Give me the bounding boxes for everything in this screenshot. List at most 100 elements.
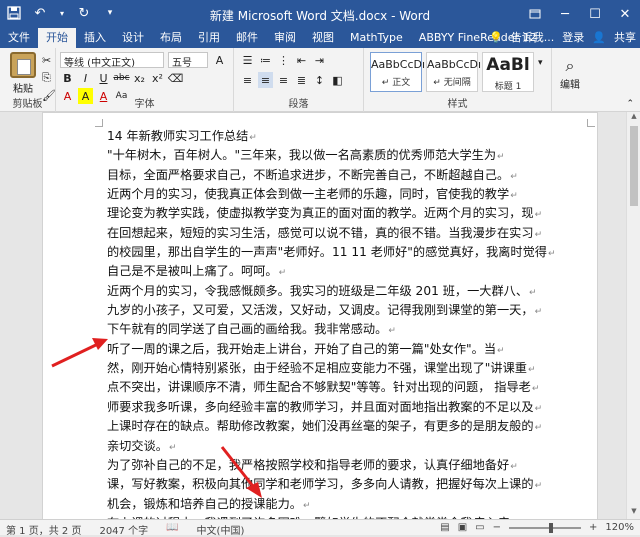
tab-3[interactable]: 设计 (114, 28, 152, 48)
align-right-icon[interactable]: ≡ (276, 72, 291, 88)
scroll-thumb[interactable] (630, 126, 638, 206)
document-line: 近两个月的实习，令我感慨颇多。我实习的班级是二年级 201 班，一大群八、↵ (107, 282, 585, 301)
document-line-text: 课，写好教案，积极向其他同学和老师学习，多多向人请教，把握好每次上课的 (107, 477, 534, 492)
underline-button[interactable]: U (96, 70, 111, 86)
grow-font-icon[interactable]: A (212, 52, 227, 68)
minimize-icon[interactable]: ─ (550, 0, 580, 28)
ribbon-tabs: 文件 开始 插入 设计 布局 引用 邮件 审阅 视图 MathType ABBYY FineRead… (0, 28, 545, 48)
font-group: 等线 (中文正文) 五号 A B I U abc x₂ x² ⌫ A A A A… (56, 48, 234, 112)
document-line: 亲切交谈。↵ (107, 437, 585, 456)
font-name-select[interactable]: 等线 (中文正文) (60, 52, 164, 68)
restore-ribbon-icon[interactable] (520, 0, 550, 28)
document-line-text: 14 年新教师实习工作总结 (107, 129, 249, 143)
style-heading-1[interactable]: AaBl 标题 1 (482, 52, 534, 92)
styles-more-icon[interactable]: ▾ (538, 58, 543, 68)
style-no-spacing[interactable]: AaBbCcDı ↵ 无间隔 (426, 52, 481, 92)
document-line-text: 目标，全面严格要求自己，不断追求进步，不断完善自己，不断超越自己。 (107, 167, 510, 182)
document-line: 然，刚开始心情特别紧张，由于经验不足相应变能力不强，课堂出现了"讲课重↵ (107, 359, 585, 378)
bold-button[interactable]: B (60, 70, 75, 86)
page: 14 年新教师实习工作总结↵ "十年树木，百年树人。"三年来，我以做一名高素质的优… (42, 112, 598, 519)
clipboard-group-label: 剪贴板 (12, 99, 43, 110)
tab-1[interactable]: 开始 (38, 28, 76, 48)
document-line-text: 自己是不是被叫上痛了。呵呵。 (107, 264, 278, 279)
editing-group: ⌕ 编辑 (552, 48, 588, 112)
paragraph-mark: ↵ (529, 287, 537, 298)
style-no-spacing-name: ↵ 无间隔 (433, 78, 471, 88)
vertical-scrollbar[interactable]: ▲ ▼ (626, 112, 640, 519)
scroll-down-icon[interactable]: ▼ (627, 507, 640, 519)
zoom-slider[interactable] (509, 522, 582, 533)
document-body[interactable]: 14 年新教师实习工作总结↵ "十年树木，百年树人。"三年来，我以做一名高素质的优… (107, 127, 585, 519)
document-line-text: 听了一周的课之后，我开始走上讲台，开始了自己的第一篇"处女作"。当 (107, 341, 497, 356)
paste-label: 粘贴 (13, 84, 33, 95)
tab-4[interactable]: 布局 (152, 28, 190, 48)
document-line: 课，写好教案，积极向其他同学和老师学习，多多向人请教，把握好每次上课的↵ (107, 475, 585, 494)
justify-icon[interactable]: ≣ (294, 72, 309, 88)
italic-button[interactable]: I (78, 70, 93, 86)
paragraph-mark: ↵ (534, 210, 543, 221)
read-mode-icon[interactable]: ▤ (440, 522, 449, 533)
document-line-text: 下午就有的同学送了自己画的画给我。我非常感动。 (107, 322, 388, 337)
copy-icon[interactable]: ⎘ (42, 71, 56, 85)
document-line-text: 师要求我多听课，多向经验丰富的教师学习，并且面对面地指出教案的不足以及 (107, 399, 534, 414)
tab-5[interactable]: 引用 (190, 28, 228, 48)
tab-8[interactable]: 视图 (304, 28, 342, 48)
tab-9[interactable]: MathType (342, 28, 411, 48)
tell-me-box[interactable]: 告诉我... (511, 28, 555, 48)
title-bar: ↶ ▾ ↻ ▾ 新建 Microsoft Word 文档.docx - Word… (0, 0, 640, 28)
shading-icon[interactable]: ◧ (330, 72, 345, 88)
zoom-level[interactable]: 120% (605, 522, 634, 533)
paragraph-mark: ↵ (547, 249, 556, 260)
align-left-icon[interactable]: ≡ (240, 72, 255, 88)
style-normal[interactable]: AaBbCcDı ↵ 正文 (370, 52, 426, 92)
bullets-icon[interactable]: ☰ (240, 52, 255, 68)
subscript-button[interactable]: x₂ (132, 70, 147, 86)
print-layout-icon[interactable]: ▣ (458, 522, 467, 533)
web-layout-icon[interactable]: ▭ (475, 522, 484, 533)
numbering-icon[interactable]: ≔ (258, 52, 273, 68)
login-button[interactable]: 登录 (562, 28, 584, 48)
strikethrough-button[interactable]: abc (113, 70, 129, 86)
collapse-ribbon-icon[interactable]: ⌃ (626, 99, 634, 109)
margin-corner-right (587, 119, 595, 127)
document-line-text: 机会，锻炼和培养自己的授课能力。 (107, 496, 302, 511)
cut-icon[interactable]: ✂ (42, 54, 56, 67)
tab-6[interactable]: 邮件 (228, 28, 266, 48)
document-line: 九岁的小孩子，又可爱，又活泼，又好动，又调皮。记得我刚到课堂的第一天，↵ (107, 301, 585, 320)
zoom-in-icon[interactable]: + (589, 522, 597, 533)
clear-format-icon[interactable]: ⌫ (168, 70, 184, 86)
paragraph-mark: ↵ (510, 191, 518, 202)
document-area[interactable]: 14 年新教师实习工作总结↵ "十年树木，百年树人。"三年来，我以做一名高素质的优… (0, 112, 626, 519)
style-normal-sample: AaBbCcDı (371, 58, 426, 71)
tab-0[interactable]: 文件 (0, 28, 38, 48)
style-heading-1-sample: AaBl (486, 55, 530, 75)
document-line: 在回想起来，短短的实习生活，感觉可以说不错，真的很不错。当我漫步在实习↵ (107, 224, 585, 243)
paragraph-mark: ↵ (278, 268, 287, 279)
close-icon[interactable]: ✕ (610, 0, 640, 28)
maximize-icon[interactable]: ☐ (580, 0, 610, 28)
document-line-text: 近两个月的实习，令我感慨颇多。我实习的班级是二年级 201 班，一大群八、 (107, 283, 529, 298)
zoom-slider-knob[interactable] (549, 522, 554, 533)
paste-button[interactable]: 粘贴 (6, 52, 40, 95)
zoom-out-icon[interactable]: − (493, 522, 501, 533)
line-spacing-icon[interactable]: ↕ (312, 72, 327, 88)
document-line: 目标，全面严格要求自己，不断追求进步，不断完善自己，不断超越自己。↵ (107, 166, 585, 185)
scroll-up-icon[interactable]: ▲ (627, 112, 640, 124)
paragraph-mark: ↵ (497, 345, 505, 356)
paragraph-mark: ↵ (534, 307, 543, 318)
superscript-button[interactable]: x² (150, 70, 165, 86)
paragraph-mark: ↵ (249, 133, 257, 143)
increase-indent-icon[interactable]: ⇥ (312, 52, 327, 68)
font-size-select[interactable]: 五号 (168, 52, 208, 68)
decrease-indent-icon[interactable]: ⇤ (294, 52, 309, 68)
editing-button[interactable]: ⌕ 编辑 (556, 56, 584, 91)
paragraph-mark: ↵ (534, 403, 543, 414)
tab-7[interactable]: 审阅 (266, 28, 304, 48)
align-center-icon[interactable]: ≡ (258, 72, 273, 88)
share-button[interactable]: 共享 (614, 28, 636, 48)
margin-corner-left (95, 119, 103, 127)
paragraph-mark: ↵ (531, 384, 540, 395)
multilevel-list-icon[interactable]: ⋮ (276, 52, 291, 68)
paragraph-mark: ↵ (168, 442, 177, 453)
tab-2[interactable]: 插入 (76, 28, 114, 48)
